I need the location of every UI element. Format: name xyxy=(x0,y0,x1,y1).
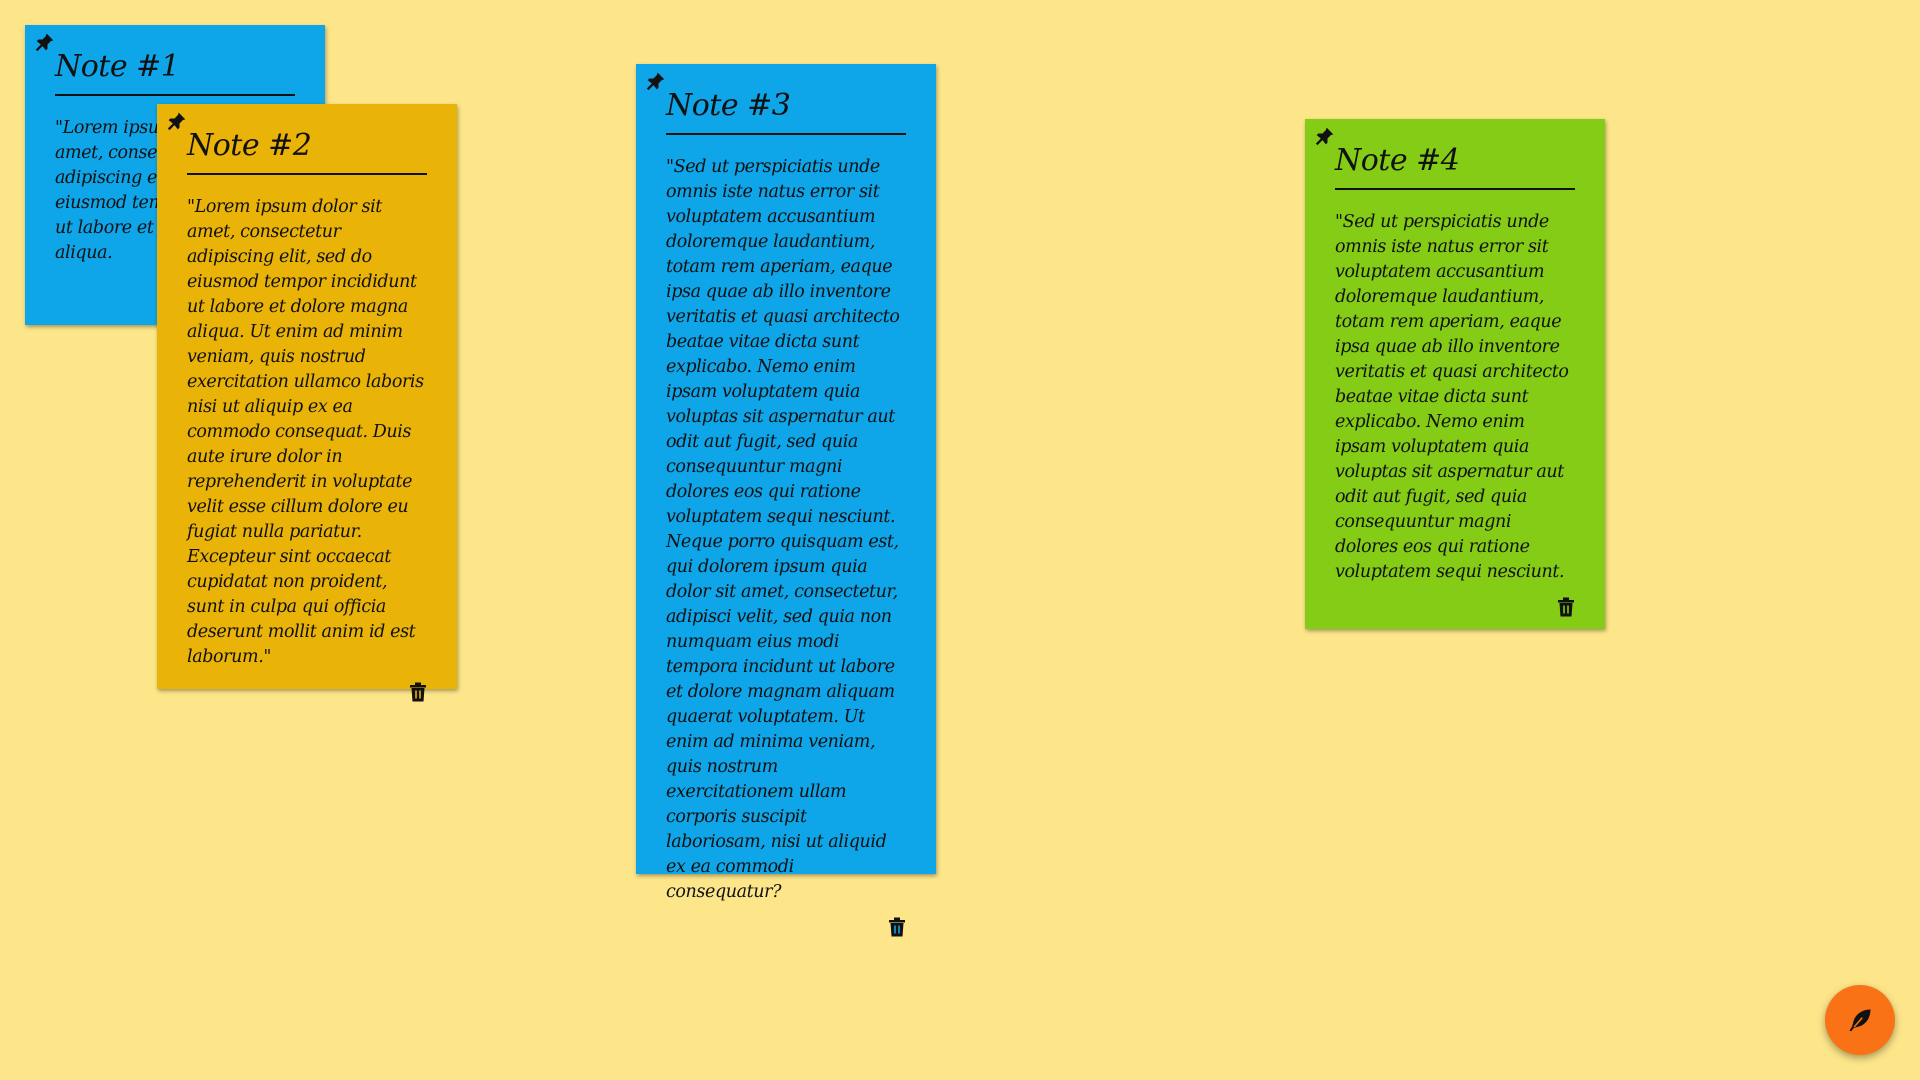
note-body[interactable]: "Sed ut perspiciatis unde omnis iste nat… xyxy=(666,155,906,905)
note-4[interactable]: Note #4 "Sed ut perspiciatis unde omnis … xyxy=(1305,119,1605,629)
pin-icon[interactable] xyxy=(646,71,666,91)
new-note-button[interactable] xyxy=(1825,985,1895,1055)
note-title[interactable]: Note #1 xyxy=(55,49,295,96)
trash-icon[interactable] xyxy=(888,917,906,937)
note-3[interactable]: Note #3 "Sed ut perspiciatis unde omnis … xyxy=(636,64,936,937)
note-title[interactable]: Note #2 xyxy=(187,128,427,175)
note-body[interactable]: "Lorem ipsum dolor sit amet, consectetur… xyxy=(187,195,427,670)
note-body[interactable]: "Sed ut perspiciatis unde omnis iste nat… xyxy=(1335,210,1575,585)
feather-icon xyxy=(1849,1009,1871,1032)
pin-icon[interactable] xyxy=(167,111,187,131)
pin-icon[interactable] xyxy=(35,32,55,52)
trash-icon[interactable] xyxy=(1557,597,1575,617)
note-title[interactable]: Note #3 xyxy=(666,88,906,135)
note-2[interactable]: Note #2 "Lorem ipsum dolor sit amet, con… xyxy=(157,104,457,702)
note-title[interactable]: Note #4 xyxy=(1335,143,1575,190)
trash-icon[interactable] xyxy=(409,682,427,702)
pin-icon[interactable] xyxy=(1315,126,1335,146)
